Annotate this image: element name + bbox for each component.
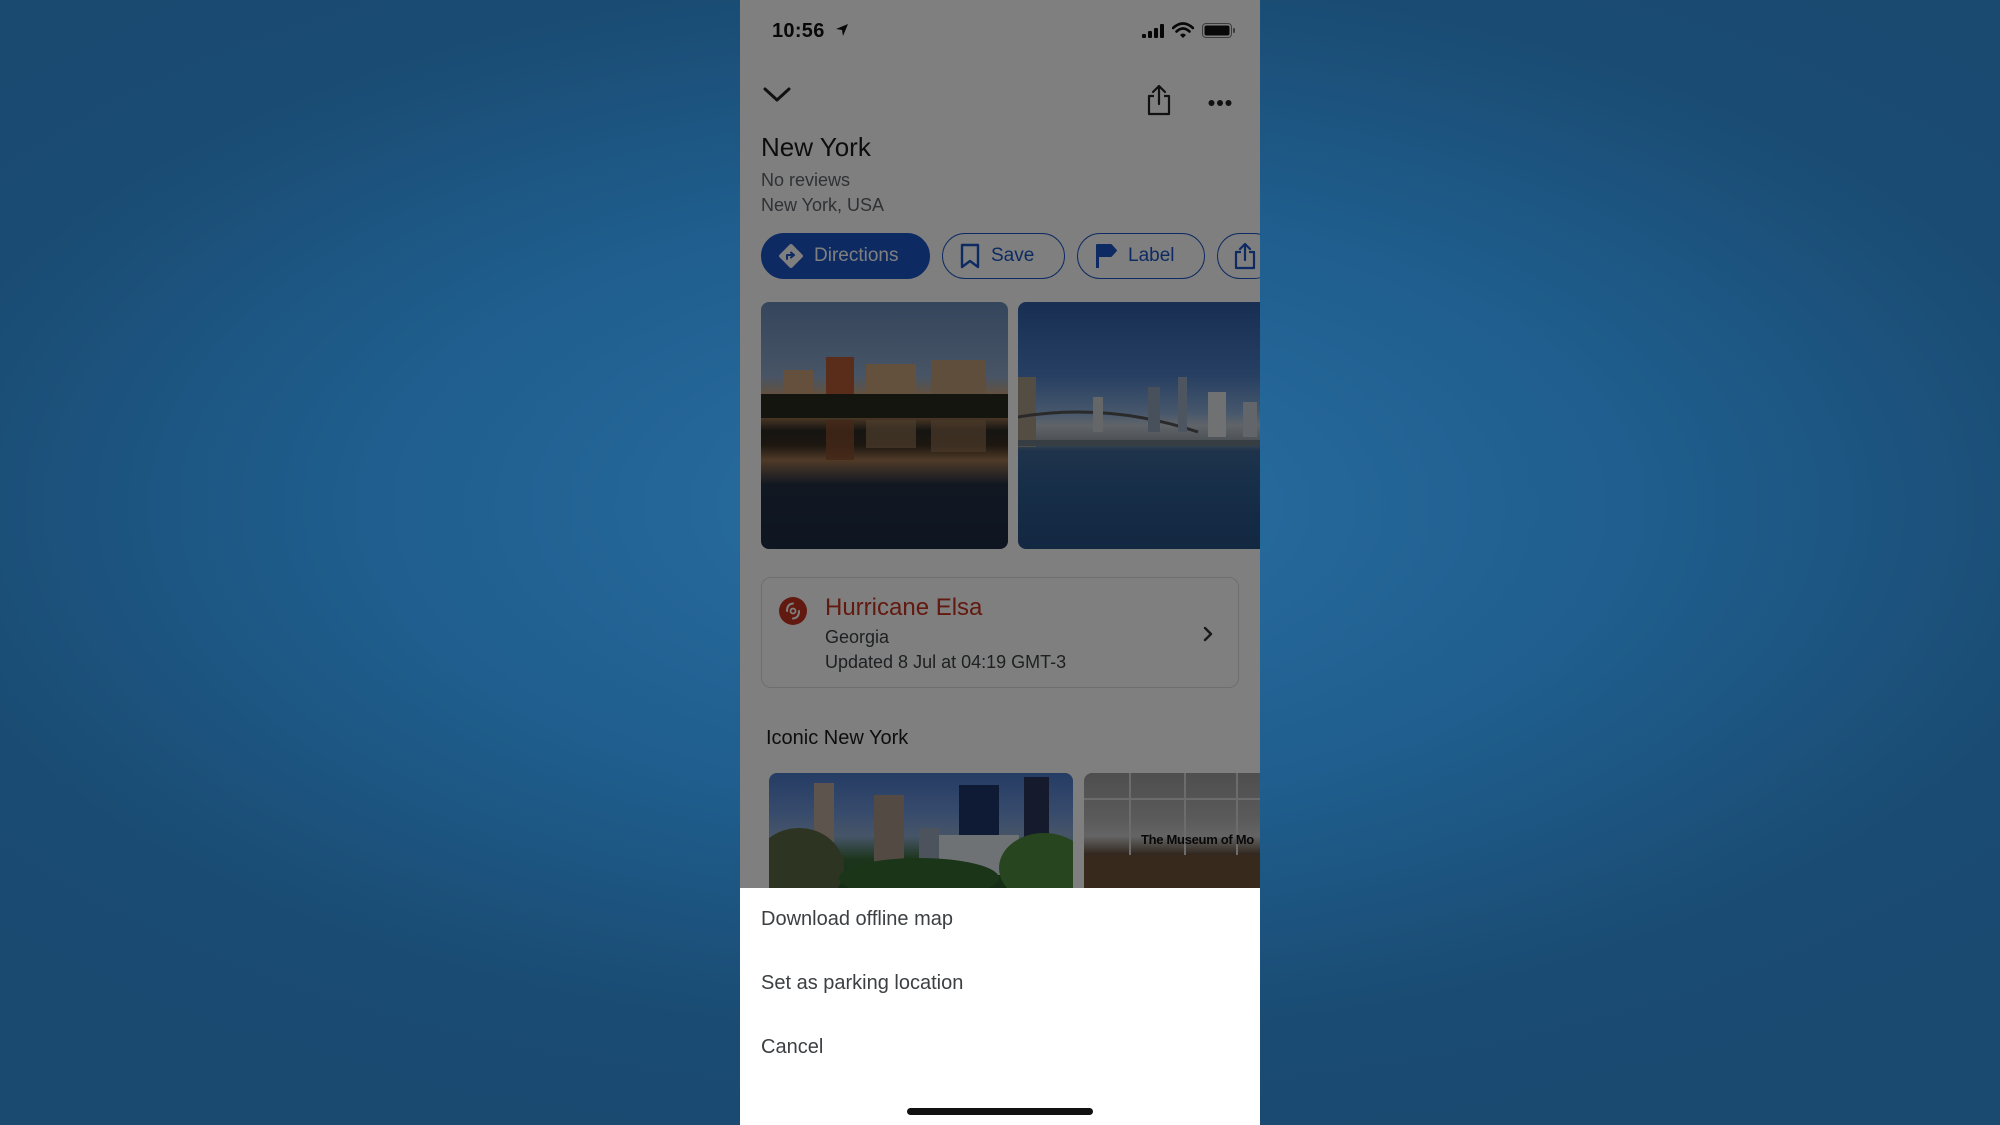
more-horizontal-icon[interactable]: [1208, 94, 1232, 112]
label-button[interactable]: Label: [1077, 233, 1205, 279]
flag-icon: [1094, 243, 1118, 269]
chevron-down-icon[interactable]: [762, 86, 792, 109]
share-icon: [1234, 242, 1256, 270]
save-button[interactable]: Save: [942, 233, 1065, 279]
alert-region: Georgia: [825, 627, 890, 647]
cancel-button[interactable]: Cancel: [761, 1036, 823, 1059]
iconic-place-card[interactable]: The Museum of Mo: [1084, 773, 1260, 888]
set-parking-location-option[interactable]: Set as parking location: [761, 972, 963, 995]
hurricane-alert-card[interactable]: Hurricane Elsa Georgia Updated 8 Jul at …: [761, 577, 1239, 688]
place-address: New York, USA: [761, 195, 885, 215]
label-label: Label: [1128, 245, 1175, 266]
chevron-right-icon: [1202, 625, 1214, 648]
directions-label: Directions: [814, 245, 899, 266]
reviews-text: No reviews: [761, 170, 851, 190]
directions-button[interactable]: Directions: [761, 233, 930, 279]
museum-sign-text: The Museum of Mo: [1141, 832, 1254, 847]
hurricane-icon: [779, 597, 807, 625]
location-arrow-icon: [835, 23, 849, 42]
wifi-icon: [1171, 22, 1195, 44]
alert-title: Hurricane Elsa: [825, 594, 983, 621]
alert-updated-time: Updated 8 Jul at 04:19 GMT-3: [825, 652, 1067, 672]
place-details-sheet: 10:56 New York No reviews New York, USA …: [740, 0, 1260, 888]
status-time: 10:56: [772, 20, 825, 42]
section-title: Iconic New York: [766, 727, 909, 749]
share-icon[interactable]: [1146, 84, 1172, 121]
place-photo[interactable]: [761, 302, 1008, 549]
save-label: Save: [991, 245, 1035, 266]
battery-icon: [1202, 23, 1236, 43]
action-sheet: Download offline map Set as parking loca…: [740, 888, 1260, 1125]
cellular-signal-icon: [1142, 24, 1166, 43]
home-indicator[interactable]: [907, 1108, 1093, 1115]
status-bar: 10:56: [740, 0, 1260, 60]
directions-icon: [778, 243, 804, 269]
iconic-place-card[interactable]: [769, 773, 1073, 888]
bookmark-icon: [959, 243, 981, 269]
download-offline-map-option[interactable]: Download offline map: [761, 908, 953, 931]
phone-screen: 10:56 New York No reviews New York, USA …: [740, 0, 1260, 1125]
place-photo[interactable]: [1018, 302, 1260, 549]
place-title: New York: [761, 132, 871, 162]
share-place-button[interactable]: [1217, 233, 1260, 279]
